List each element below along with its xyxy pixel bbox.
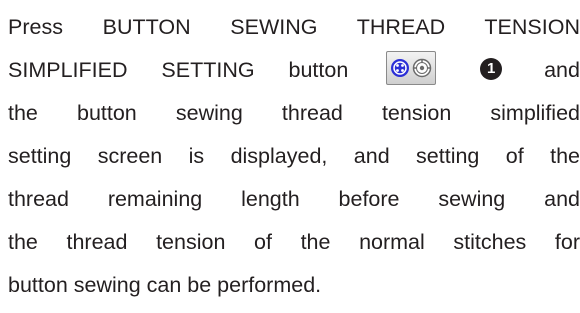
paragraph-line-6: the thread tension of the normal stitche… bbox=[8, 230, 580, 254]
instruction-paragraph: Press BUTTON SEWING THREAD TENSION SIMPL… bbox=[0, 0, 580, 313]
paragraph-line-2-text-after: and bbox=[544, 58, 580, 82]
thread-tension-dial-icon bbox=[412, 59, 432, 78]
paragraph-line-1: Press BUTTON SEWING THREAD TENSION bbox=[8, 15, 580, 39]
button-icon bbox=[391, 59, 410, 78]
callout-number-1: 1 bbox=[480, 58, 503, 81]
paragraph-line-2-text-before: SIMPLIFIED SETTING button bbox=[8, 58, 349, 82]
paragraph-line-2: SIMPLIFIED SETTING button 1 and bbox=[8, 49, 580, 92]
button-sewing-thread-tension-simplified-setting-button[interactable] bbox=[386, 51, 437, 86]
paragraph-line-3: the button sewing thread tension simplif… bbox=[8, 101, 580, 125]
paragraph-line-4: setting screen is displayed, and setting… bbox=[8, 144, 580, 168]
paragraph-line-5: thread remaining length before sewing an… bbox=[8, 187, 580, 211]
paragraph-line-7: button sewing can be performed. bbox=[8, 273, 322, 297]
